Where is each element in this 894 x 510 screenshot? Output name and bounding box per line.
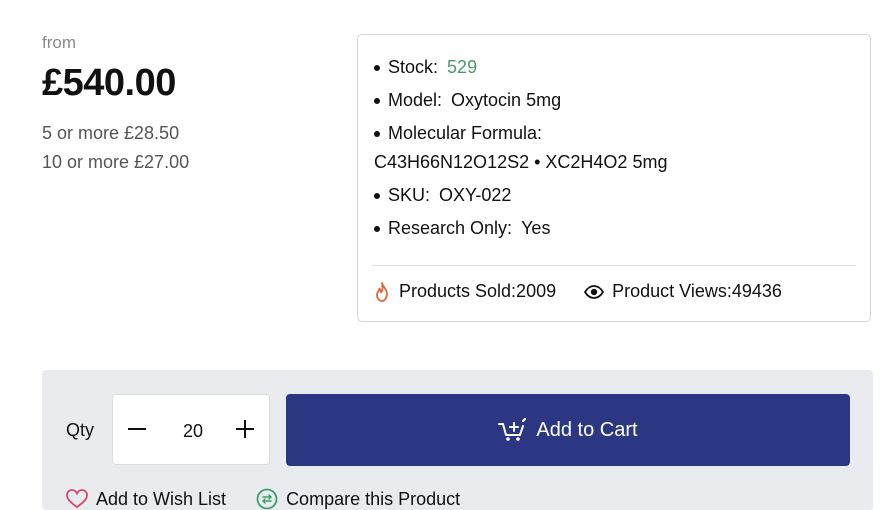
stock-label: Stock: xyxy=(388,57,439,77)
price-from-label: from xyxy=(42,33,76,52)
formula-value: C43H66N12O12S2 • XC2H4O2 5mg xyxy=(374,152,668,172)
product-details-list: Stock: 529 Model: Oxytocin 5mg Molecular… xyxy=(374,51,667,245)
info-divider xyxy=(372,265,856,266)
price-tier-5: 5 or more £28.50 xyxy=(42,123,180,143)
research-item: Research Only: Yes xyxy=(374,212,667,245)
product-views-text: Product Views:49436 xyxy=(612,281,782,301)
add-to-wishlist-text: Add to Wish List xyxy=(96,488,227,509)
product-actions: Add to Wish List Compare this Product xyxy=(66,488,460,510)
products-sold-stat: Products Sold:2009 xyxy=(373,281,556,302)
sku-item: SKU: OXY-022 xyxy=(374,179,667,212)
product-info-box: Stock: 529 Model: Oxytocin 5mg Molecular… xyxy=(357,34,871,322)
formula-value-line: C43H66N12O12S2 • XC2H4O2 5mg xyxy=(374,146,667,179)
compare-product-text: Compare this Product xyxy=(286,488,461,509)
qty-label: Qty xyxy=(66,420,95,440)
cart-icon xyxy=(498,418,527,441)
quantity-input[interactable] xyxy=(163,417,223,445)
price-tier-10: 10 or more £27.00 xyxy=(42,152,190,172)
flame-icon xyxy=(376,281,388,302)
add-to-cart-button[interactable]: Add to Cart xyxy=(286,394,850,466)
product-stats: Products Sold:2009 Product Views:49436 xyxy=(373,281,782,302)
sku-label: SKU: xyxy=(388,185,431,205)
qty-decrease-button[interactable] xyxy=(123,415,151,443)
model-value: Oxytocin 5mg xyxy=(451,90,562,110)
research-label: Research Only: xyxy=(388,218,513,238)
product-price: £540.00 xyxy=(42,62,176,104)
compare-product-link[interactable]: Compare this Product xyxy=(256,488,460,510)
research-value: Yes xyxy=(521,218,551,238)
stock-value: 529 xyxy=(447,57,478,77)
stock-item: Stock: 529 xyxy=(374,51,667,84)
products-sold-text: Products Sold:2009 xyxy=(399,281,557,301)
sku-value: OXY-022 xyxy=(439,185,512,205)
plus-icon xyxy=(236,420,254,438)
qty-increase-button[interactable] xyxy=(231,415,259,443)
add-to-cart-label: Add to Cart xyxy=(536,418,638,441)
heart-icon xyxy=(66,489,88,509)
add-to-wishlist-link[interactable]: Add to Wish List xyxy=(66,489,226,510)
compare-icon xyxy=(256,488,278,510)
product-views-stat: Product Views:49436 xyxy=(584,281,782,302)
eye-icon xyxy=(584,284,605,299)
minus-icon xyxy=(128,428,146,430)
formula-label: Molecular Formula: xyxy=(388,123,543,143)
quantity-stepper xyxy=(112,394,270,465)
model-label: Model: xyxy=(388,90,443,110)
model-item: Model: Oxytocin 5mg xyxy=(374,84,667,117)
add-to-cart-panel: Qty Add to Cart xyxy=(42,370,873,510)
